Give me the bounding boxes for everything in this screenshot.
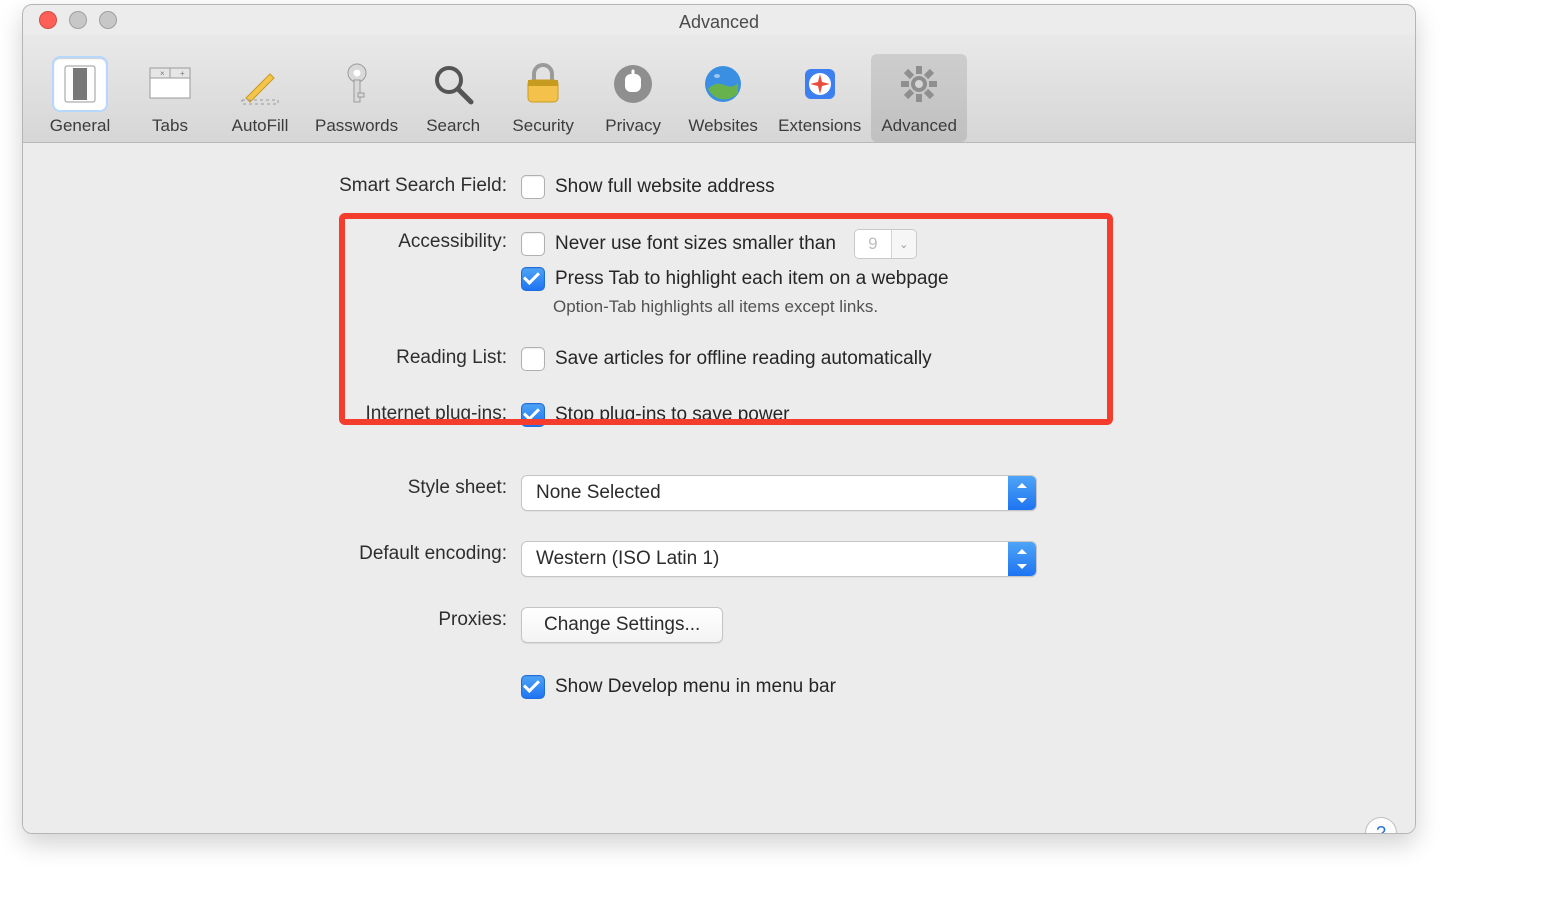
tab-search[interactable]: Search	[408, 54, 498, 142]
min-font-value: 9	[855, 230, 891, 258]
svg-text:+: +	[180, 69, 185, 78]
encoding-select[interactable]: Western (ISO Latin 1)	[521, 541, 1037, 577]
minimize-window-button[interactable]	[69, 11, 87, 29]
tab-label: Search	[426, 116, 480, 136]
tab-autofill[interactable]: AutoFill	[215, 54, 305, 142]
prefs-toolbar: General × + Tabs AutoFill	[23, 35, 1415, 143]
security-icon	[517, 58, 569, 110]
passwords-icon	[331, 58, 383, 110]
select-arrows-icon	[1008, 542, 1036, 576]
encoding-label: Default encoding:	[23, 541, 521, 567]
change-proxies-button[interactable]: Change Settings...	[521, 607, 723, 643]
min-font-checkbox[interactable]	[521, 232, 545, 256]
tab-websites[interactable]: Websites	[678, 54, 768, 142]
svg-text:×: ×	[160, 69, 165, 78]
stop-plugins-checkbox[interactable]	[521, 403, 545, 427]
tab-general[interactable]: General	[35, 54, 125, 142]
privacy-icon	[607, 58, 659, 110]
offline-reading-checkbox[interactable]	[521, 347, 545, 371]
style-sheet-label: Style sheet:	[23, 475, 521, 501]
tab-highlight-hint: Option-Tab highlights all items except l…	[553, 297, 949, 317]
tab-advanced[interactable]: Advanced	[871, 54, 967, 142]
accessibility-label: Accessibility:	[23, 229, 521, 255]
smart-search-label: Smart Search Field:	[23, 173, 521, 199]
extensions-icon	[794, 58, 846, 110]
general-icon	[54, 58, 106, 110]
search-icon	[427, 58, 479, 110]
tab-label: Advanced	[881, 116, 957, 136]
show-full-url-checkbox[interactable]	[521, 175, 545, 199]
style-sheet-select[interactable]: None Selected	[521, 475, 1037, 511]
min-font-label: Never use font sizes smaller than	[555, 233, 836, 255]
tabs-icon: × +	[144, 58, 196, 110]
min-font-stepper[interactable]: 9 ⌄	[854, 229, 917, 259]
offline-reading-label: Save articles for offline reading automa…	[555, 348, 932, 370]
traffic-lights	[39, 11, 117, 29]
tab-label: Privacy	[605, 116, 661, 136]
reading-list-label: Reading List:	[23, 345, 521, 371]
tab-privacy[interactable]: Privacy	[588, 54, 678, 142]
encoding-value: Western (ISO Latin 1)	[536, 548, 719, 570]
websites-icon	[697, 58, 749, 110]
tab-label: Extensions	[778, 116, 861, 136]
tab-label: Tabs	[152, 116, 188, 136]
tab-highlight-label: Press Tab to highlight each item on a we…	[555, 268, 949, 290]
tab-highlight-checkbox[interactable]	[521, 267, 545, 291]
tab-passwords[interactable]: Passwords	[305, 54, 408, 142]
proxies-label: Proxies:	[23, 607, 521, 633]
zoom-window-button[interactable]	[99, 11, 117, 29]
develop-menu-label: Show Develop menu in menu bar	[555, 676, 836, 698]
window-title: Advanced	[23, 12, 1415, 33]
style-sheet-value: None Selected	[536, 482, 661, 504]
advanced-pane: Smart Search Field: Show full website ad…	[23, 143, 1415, 834]
help-button[interactable]: ?	[1365, 817, 1397, 834]
show-full-url-label: Show full website address	[555, 176, 775, 198]
close-window-button[interactable]	[39, 11, 57, 29]
change-proxies-label: Change Settings...	[544, 614, 700, 636]
tab-tabs[interactable]: × + Tabs	[125, 54, 215, 142]
titlebar: Advanced	[23, 5, 1415, 35]
tab-label: Websites	[688, 116, 758, 136]
preferences-window: Advanced General × + T	[22, 4, 1416, 834]
stop-plugins-label: Stop plug-ins to save power	[555, 404, 789, 426]
tab-label: AutoFill	[232, 116, 289, 136]
tab-security[interactable]: Security	[498, 54, 588, 142]
develop-menu-checkbox[interactable]	[521, 675, 545, 699]
advanced-icon	[893, 58, 945, 110]
help-icon: ?	[1376, 823, 1386, 835]
chevron-down-icon[interactable]: ⌄	[891, 230, 916, 258]
tab-label: Security	[512, 116, 573, 136]
autofill-icon	[234, 58, 286, 110]
select-arrows-icon	[1008, 476, 1036, 510]
plugins-label: Internet plug-ins:	[23, 401, 521, 427]
tab-label: Passwords	[315, 116, 398, 136]
tab-label: General	[50, 116, 110, 136]
tab-extensions[interactable]: Extensions	[768, 54, 871, 142]
